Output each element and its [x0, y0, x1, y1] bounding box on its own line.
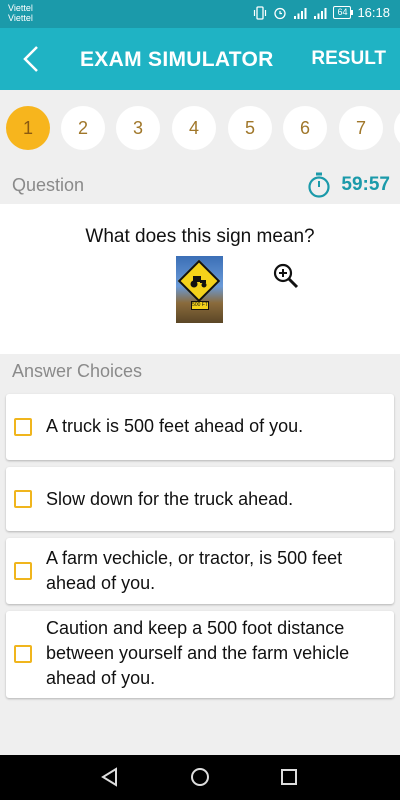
- home-circle-icon[interactable]: [188, 765, 212, 789]
- signal-icon: [294, 7, 307, 19]
- system-nav-bar: [0, 755, 400, 800]
- answer-choice-2[interactable]: Slow down for the truck ahead.: [6, 467, 394, 531]
- answer-text-3: A farm vechicle, or tractor, is 500 feet…: [46, 548, 343, 593]
- question-label: Question: [12, 175, 85, 195]
- question-number-6[interactable]: 6: [283, 106, 327, 150]
- question-number-5[interactable]: 5: [228, 106, 272, 150]
- question-number-7[interactable]: 7: [339, 106, 383, 150]
- answer-choice-4[interactable]: Caution and keep a 500 foot distance bet…: [6, 611, 394, 698]
- carrier-line-2: Viettel: [8, 13, 33, 23]
- answer-choice-3[interactable]: A farm vechicle, or tractor, is 500 feet…: [6, 538, 394, 604]
- answer-text-1: A truck is 500 feet ahead of you.: [46, 416, 304, 436]
- answer-checkbox-4[interactable]: [14, 645, 32, 663]
- signal-icon-2: [314, 7, 327, 19]
- carrier-info: Viettel Viettel: [8, 3, 33, 23]
- result-button[interactable]: RESULT: [311, 48, 386, 70]
- timer-value: 59:57: [341, 174, 390, 195]
- carrier-line-1: Viettel: [8, 3, 33, 13]
- answer-text-2: Slow down for the truck ahead.: [46, 489, 294, 509]
- tractor-icon: [190, 276, 207, 288]
- back-button[interactable]: [14, 42, 48, 76]
- sign-distance-plate: 500 FT: [191, 301, 209, 310]
- stopwatch-icon: [308, 172, 330, 198]
- vibrate-icon: [254, 5, 267, 20]
- question-text: What does this sign mean?: [85, 226, 315, 247]
- chevron-left-icon: [23, 46, 38, 72]
- question-card: What does this sign mean? 500 FT: [0, 204, 400, 354]
- battery-icon: 64: [333, 6, 354, 19]
- question-number-4[interactable]: 4: [172, 106, 216, 150]
- alarm-icon: [274, 7, 287, 19]
- clock: 16:18: [357, 5, 390, 20]
- zoom-in-icon[interactable]: [272, 262, 300, 290]
- answer-checkbox-2[interactable]: [14, 490, 32, 508]
- status-bar: Viettel Viettel 64 16:18: [0, 0, 400, 28]
- back-triangle-icon[interactable]: [98, 765, 122, 789]
- question-number-2[interactable]: 2: [61, 106, 105, 150]
- answer-text-4: Caution and keep a 500 foot distance bet…: [46, 618, 350, 688]
- road-sign-image[interactable]: 500 FT: [176, 256, 223, 323]
- question-number-8-partial[interactable]: [394, 106, 400, 150]
- recent-apps-square-icon[interactable]: [277, 765, 301, 789]
- status-icons: 64 16:18: [253, 5, 390, 20]
- question-number-3[interactable]: 3: [116, 106, 160, 150]
- page-title: EXAM SIMULATOR: [80, 48, 274, 71]
- question-number-1[interactable]: 1: [6, 106, 50, 150]
- exam-timer: 59:57: [307, 172, 390, 198]
- answer-choices-label: Answer Choices: [12, 361, 143, 381]
- answer-checkbox-3[interactable]: [14, 562, 32, 580]
- answer-choice-1[interactable]: A truck is 500 feet ahead of you.: [6, 394, 394, 460]
- question-number-row: 1 2 3 4 5 6 7: [0, 98, 400, 158]
- answer-checkbox-1[interactable]: [14, 418, 32, 436]
- app-bar: EXAM SIMULATOR RESULT: [0, 28, 400, 90]
